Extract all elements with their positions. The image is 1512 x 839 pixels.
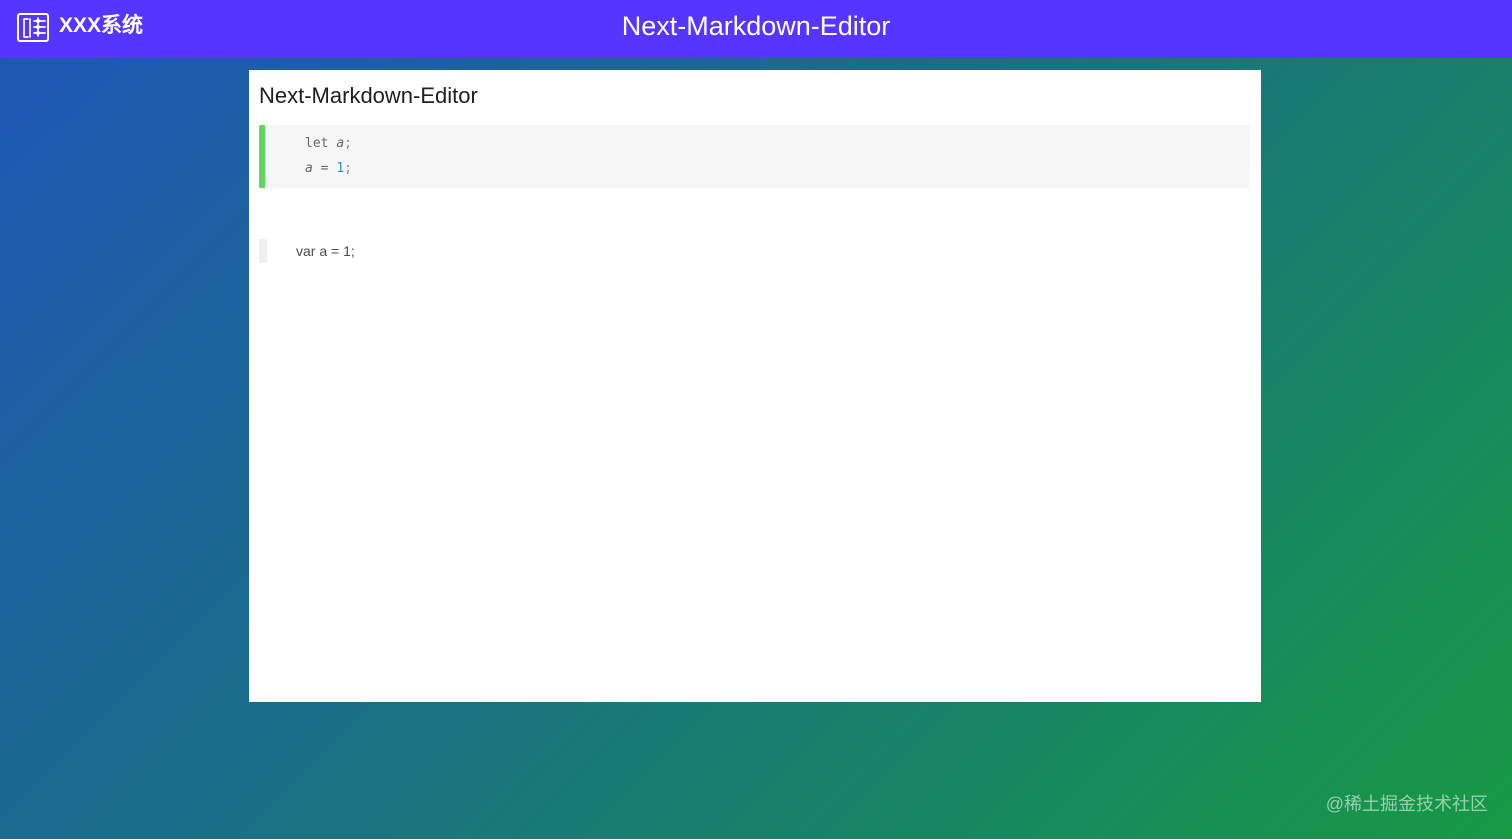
code-keyword-let: let bbox=[305, 136, 329, 151]
header-title: Next-Markdown-Editor bbox=[621, 11, 891, 41]
code-block[interactable]: let a; a = 1; bbox=[259, 125, 1250, 188]
code-variable-a: a bbox=[336, 136, 345, 151]
code-line: a = 1; bbox=[305, 159, 352, 179]
markdown-editor-panel[interactable]: Next-Markdown-Editor let a; a = 1; var a… bbox=[249, 70, 1261, 702]
code-operator-equals: = bbox=[320, 161, 329, 176]
code-number-one: 1 bbox=[336, 161, 345, 176]
inline-code-quote-block[interactable]: var a = 1; bbox=[259, 239, 659, 263]
top-navigation-bar: XXX系统 Next-Markdown-Editor bbox=[0, 0, 1512, 58]
quote-code-text: var a = 1; bbox=[296, 243, 355, 259]
watermark-text: @稀土掘金技术社区 bbox=[1325, 794, 1488, 814]
document-title: Next-Markdown-Editor bbox=[259, 83, 478, 108]
code-semicolon: ; bbox=[344, 161, 352, 176]
code-variable-a: a bbox=[305, 161, 313, 176]
code-line: let a; bbox=[305, 134, 352, 154]
code-semicolon: ; bbox=[344, 136, 352, 151]
